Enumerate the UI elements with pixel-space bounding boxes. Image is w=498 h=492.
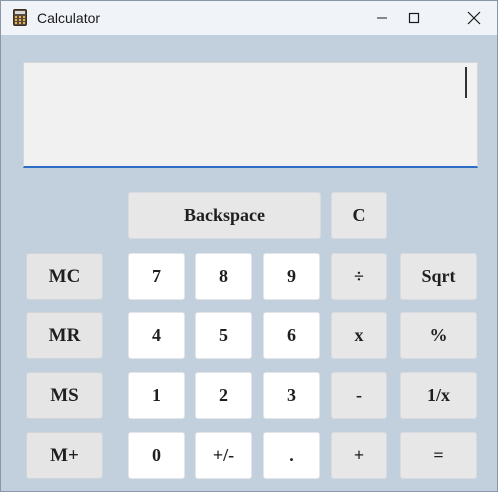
equals-button[interactable]: = <box>400 432 477 479</box>
digit-2-button[interactable]: 2 <box>195 372 252 419</box>
digit-9-button[interactable]: 9 <box>263 253 320 300</box>
digit-7-button[interactable]: 7 <box>128 253 185 300</box>
multiply-button[interactable]: x <box>331 312 387 359</box>
digit-3-button[interactable]: 3 <box>263 372 320 419</box>
digit-8-button[interactable]: 8 <box>195 253 252 300</box>
digit-6-button[interactable]: 6 <box>263 312 320 359</box>
percent-button[interactable]: % <box>400 312 477 359</box>
close-button[interactable] <box>451 1 497 35</box>
memory-recall-button[interactable]: MR <box>26 312 103 359</box>
maximize-icon <box>408 12 420 24</box>
digit-5-button[interactable]: 5 <box>195 312 252 359</box>
close-icon <box>467 11 481 25</box>
memory-store-button[interactable]: MS <box>26 372 103 419</box>
maximize-button[interactable] <box>391 1 437 35</box>
display-field[interactable] <box>23 62 478 168</box>
clear-button[interactable]: C <box>331 192 387 239</box>
decimal-point-button[interactable]: . <box>263 432 320 479</box>
memory-clear-button[interactable]: MC <box>26 253 103 300</box>
reciprocal-button[interactable]: 1/x <box>400 372 477 419</box>
sqrt-button[interactable]: Sqrt <box>400 253 477 300</box>
plus-button[interactable]: + <box>331 432 387 479</box>
digit-0-button[interactable]: 0 <box>128 432 185 479</box>
divide-button[interactable]: ÷ <box>331 253 387 300</box>
digit-4-button[interactable]: 4 <box>128 312 185 359</box>
sign-toggle-button[interactable]: +/- <box>195 432 252 479</box>
calculator-window: Calculator Backspace C MC MR MS M+ 7 8 9… <box>0 0 498 492</box>
backspace-button[interactable]: Backspace <box>128 192 321 239</box>
window-title: Calculator <box>37 10 101 26</box>
memory-add-button[interactable]: M+ <box>26 432 103 479</box>
digit-1-button[interactable]: 1 <box>128 372 185 419</box>
calculator-app-icon <box>13 9 27 26</box>
minimize-icon <box>377 17 387 19</box>
text-caret <box>465 67 467 98</box>
title-bar: Calculator <box>1 1 497 35</box>
minus-button[interactable]: - <box>331 372 387 419</box>
